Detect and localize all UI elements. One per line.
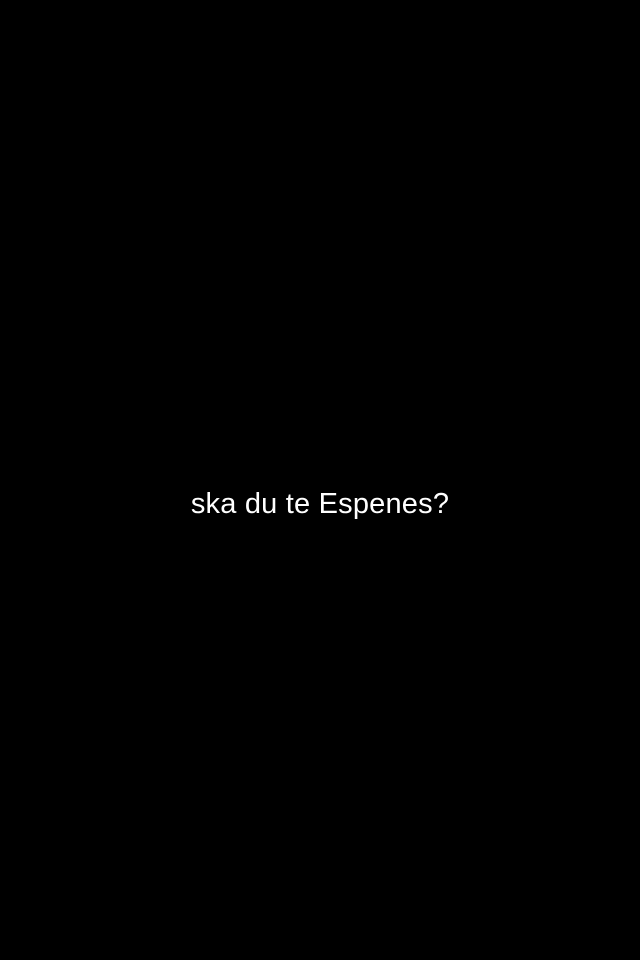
caption-text: ska du te Espenes? (190, 488, 450, 520)
black-screen: ska du te Espenes? (0, 0, 640, 960)
